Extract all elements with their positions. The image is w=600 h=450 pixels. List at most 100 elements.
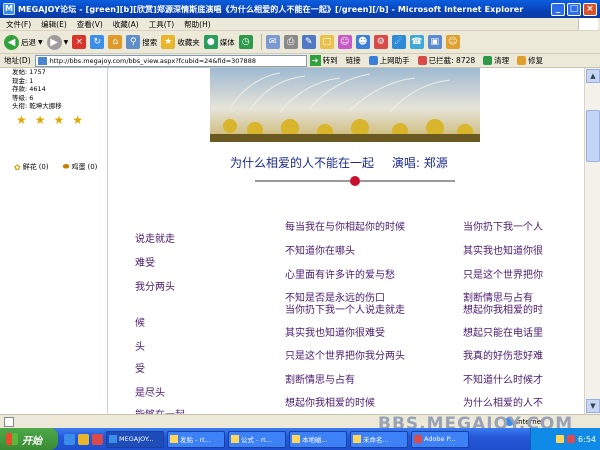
menu-file[interactable]: 文件(F) [6, 19, 31, 30]
menu-bar: 文件(F) 编辑(E) 查看(V) 收藏(A) 工具(T) 帮助(H) [0, 18, 600, 31]
discuss-icon[interactable]: □ [319, 35, 334, 49]
egg-button[interactable]: ⬬ 鸡蛋 (0) [63, 162, 98, 172]
address-label: 地址(D) [4, 56, 31, 65]
ie-quicklaunch-icon[interactable] [64, 433, 75, 445]
edit-icon[interactable]: ✎ [301, 35, 316, 49]
lyric-line: 想起你我相爱的时候 [285, 398, 375, 409]
refresh-icon[interactable]: ↻ [90, 35, 105, 49]
page-icon [37, 56, 47, 65]
tool-icon[interactable]: ⚙ [373, 35, 388, 49]
links-button[interactable]: 链接 [346, 55, 361, 66]
scroll-thumb[interactable] [586, 110, 600, 162]
forward-button[interactable]: ▶ ▼ [46, 32, 69, 52]
messenger-icon[interactable]: ☺ [337, 35, 352, 49]
taskbar-item-formula[interactable]: 公式 - rt... [228, 430, 286, 448]
scroll-up-arrow-icon[interactable]: ▲ [586, 69, 600, 83]
taskbar: 开始 MEGAJOY... 发贴 - rt... 公式 - rt... 本地磁.… [0, 428, 600, 450]
page-status-icon [4, 416, 14, 427]
taskbar-item-post[interactable]: 发贴 - rt... [167, 430, 225, 448]
qq-icon[interactable]: ☻ [355, 35, 370, 49]
start-button[interactable]: 开始 [0, 428, 58, 450]
lyric-line: 是尽头 [135, 388, 165, 399]
tray-icon[interactable] [567, 435, 576, 443]
clean-button[interactable]: 清理 [483, 55, 509, 66]
blocked-label: 已拦截: 8728 [428, 56, 476, 65]
menu-help[interactable]: 帮助(H) [184, 19, 211, 30]
flower-label: 鲜花 [22, 163, 37, 171]
back-button[interactable]: ◀ 后退 ▼ [4, 32, 43, 52]
net-icon[interactable]: ☄ [391, 35, 406, 49]
smile-icon[interactable]: ☺ [445, 35, 460, 49]
toolbar-separator [260, 34, 262, 50]
clock: 6:54 [578, 434, 596, 444]
stat-posts: 发帖: 1757 [12, 68, 46, 76]
lyric-line: 候 [135, 318, 145, 329]
folder-task-icon [292, 435, 300, 443]
menu-edit[interactable]: 编辑(E) [41, 19, 67, 30]
repair-icon [517, 56, 527, 65]
history-icon[interactable]: ◷ [238, 35, 253, 49]
forward-arrow-icon: ▶ [46, 34, 62, 50]
forward-dropdown-icon[interactable]: ▼ [64, 39, 69, 46]
taskbar-item-ie[interactable]: MEGAJOY... [106, 430, 164, 448]
sync-button[interactable]: 上网助手 [368, 55, 410, 66]
adobe-task-icon [414, 435, 422, 443]
scroll-down-arrow-icon[interactable]: ▼ [586, 399, 600, 413]
blocked-popups-counter[interactable]: 已拦截: 8728 [417, 55, 476, 66]
reed-field-image [210, 68, 480, 142]
lyric-line: 其实我也知道你很 [463, 246, 543, 257]
folder-quicklaunch-icon[interactable] [78, 433, 89, 445]
song-title: 为什么相爱的人不能在一起 [230, 156, 375, 170]
menu-tools[interactable]: 工具(T) [149, 19, 174, 30]
lyric-line: 割断情思与占有 [285, 375, 355, 386]
flower-icon: ✿ [14, 162, 21, 172]
favorites-button[interactable]: ★ 收藏夹 [161, 32, 200, 52]
rank-stars: ★ ★ ★ ★ [16, 114, 83, 126]
taskbar-item-adobe[interactable]: Adobe P... [411, 430, 469, 448]
maximize-button[interactable]: □ [567, 2, 581, 16]
back-dropdown-icon[interactable]: ▼ [38, 39, 43, 46]
doc-task-icon [231, 435, 239, 443]
lyric-line: 我分两头 [135, 282, 175, 293]
address-input[interactable]: http://bbs.megajoy.com/bbs_view.aspx?fcu… [34, 54, 307, 67]
menu-view[interactable]: 查看(V) [77, 19, 103, 30]
taskbar-item-untitled[interactable]: 未命名... [350, 430, 408, 448]
clean-icon [483, 56, 493, 65]
lyric-line: 想起只能在电话里 [463, 328, 543, 339]
chat-icon[interactable]: ☎ [409, 35, 424, 49]
rank-star-icon: ★ [34, 113, 46, 127]
lyric-line: 想起你我相爱的时 [463, 305, 543, 316]
stat-deposit: 存款: 4614 [12, 85, 46, 93]
user-info-panel: 发帖: 1757 现金: 1 存款: 4614 等级: 6 头衔: 乾坤大挪移 … [0, 68, 108, 414]
task-label: 发贴 - rt... [180, 436, 211, 444]
lyric-line: 为什么相爱的人不 [463, 398, 543, 409]
window-icon[interactable]: ▣ [427, 35, 442, 49]
vertical-scrollbar[interactable]: ▲ ▼ [584, 68, 600, 414]
lyric-line: 难受 [135, 258, 155, 269]
stop-icon[interactable]: × [72, 35, 87, 49]
go-label: 转到 [322, 56, 338, 65]
print-icon[interactable]: ⎙ [283, 35, 298, 49]
flower-button[interactable]: ✿ 鲜花 (0) [14, 162, 49, 172]
go-button[interactable]: ➜ 转到 [309, 55, 338, 66]
taskbar-item-local-disk[interactable]: 本地磁... [289, 430, 347, 448]
lyric-line: 每当我在与你相起你的时候 [285, 222, 405, 233]
tray-icon[interactable] [556, 435, 565, 443]
media-button[interactable]: ● 媒体 [203, 32, 235, 52]
app-quicklaunch-icon[interactable] [92, 433, 103, 445]
stat-cash: 现金: 1 [12, 76, 34, 85]
close-button[interactable]: × [583, 2, 597, 16]
window-controls: _ □ × [551, 2, 597, 16]
back-label: 后退 [21, 37, 36, 47]
lyric-line: 受 [135, 364, 145, 375]
menu-favorites[interactable]: 收藏(A) [113, 19, 139, 30]
egg-label: 鸡蛋 [71, 163, 86, 171]
search-icon: ⚲ [126, 35, 141, 49]
task-label: 本地磁... [302, 436, 328, 444]
search-button[interactable]: ⚲ 搜索 [126, 32, 157, 52]
repair-button[interactable]: 修复 [517, 55, 543, 66]
egg-icon: ⬬ [62, 162, 70, 171]
home-icon[interactable]: ⌂ [108, 35, 123, 49]
minimize-button[interactable]: _ [551, 2, 565, 16]
mail-icon[interactable]: ✉ [265, 35, 280, 49]
